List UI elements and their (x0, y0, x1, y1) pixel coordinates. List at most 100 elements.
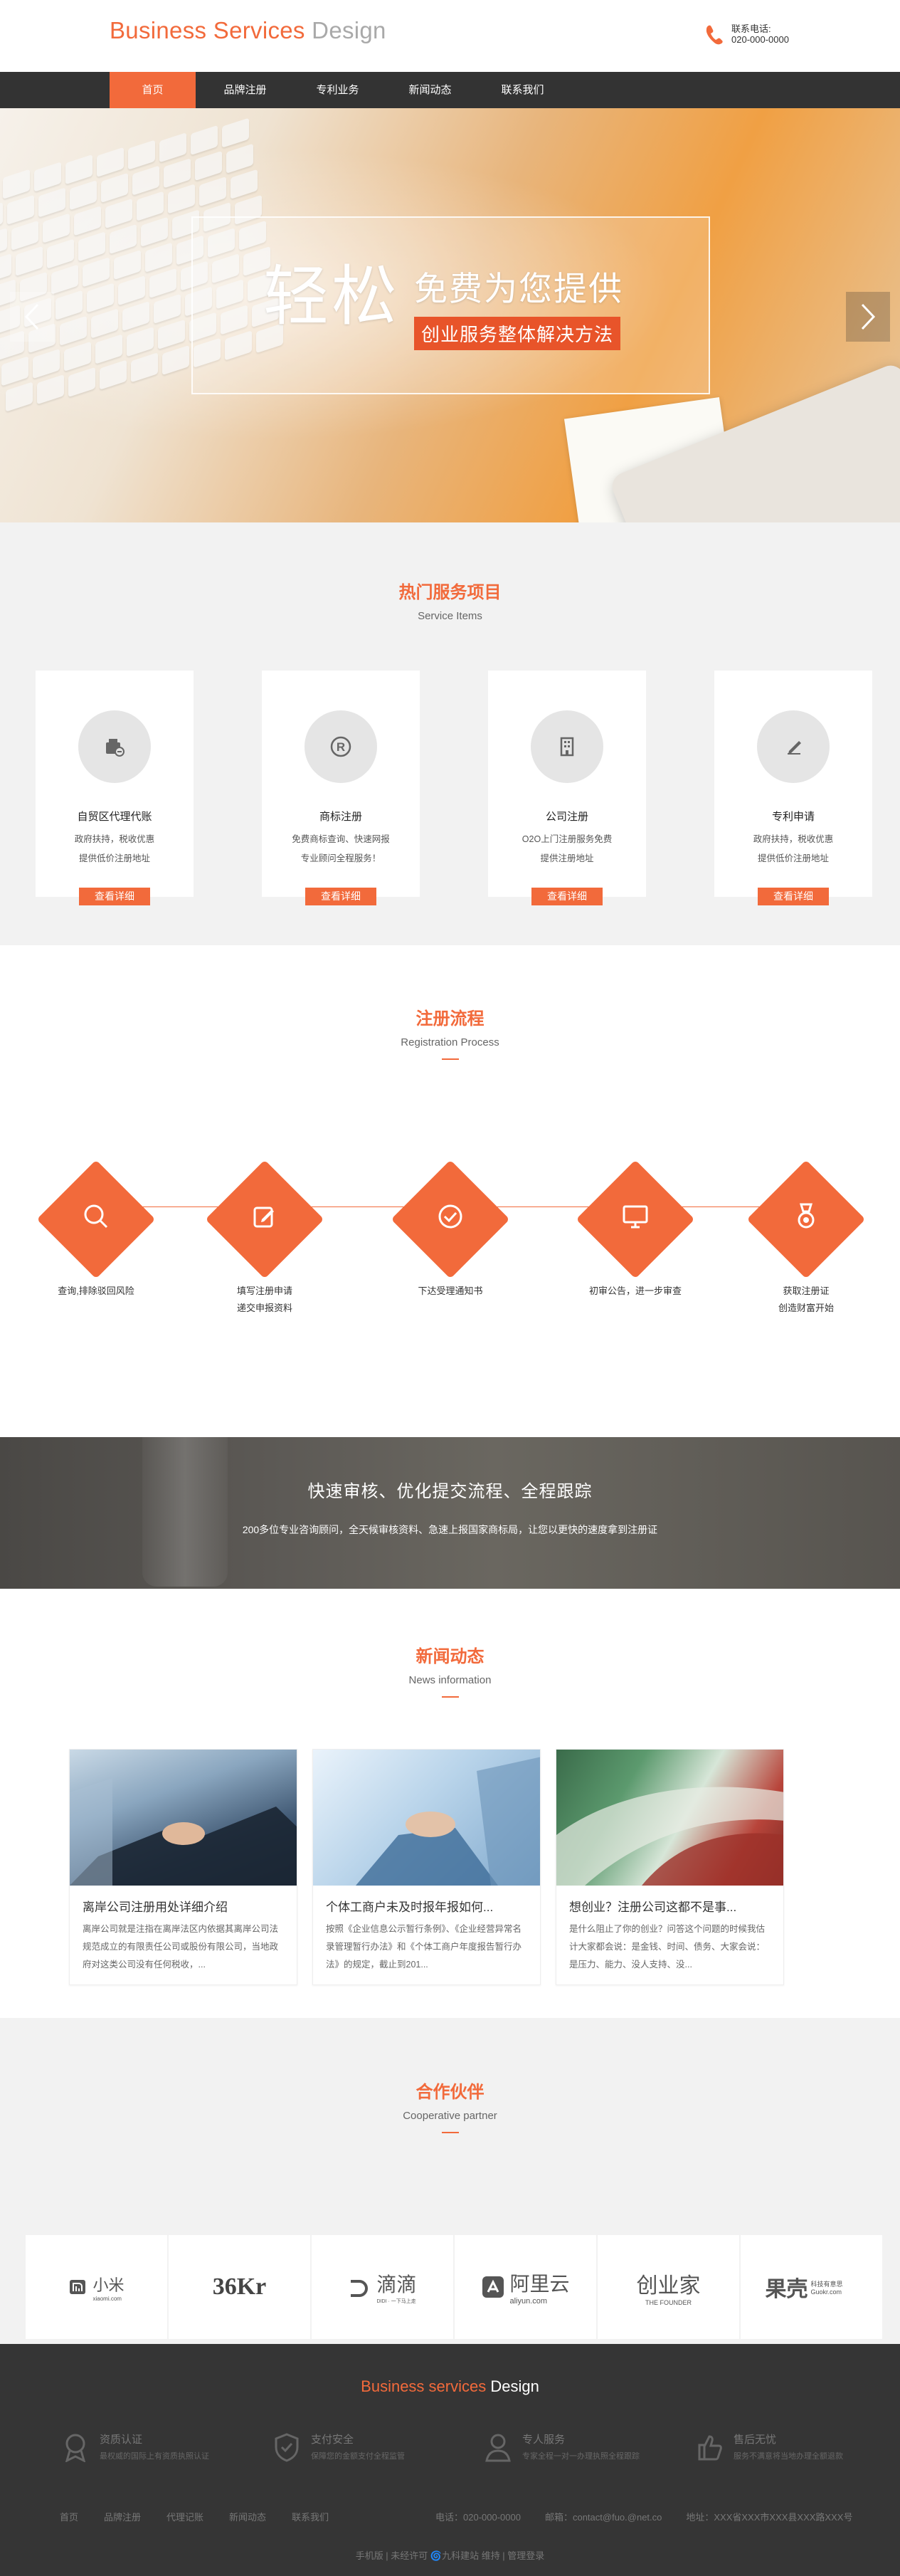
news-card[interactable]: 个体工商户未及时报年报如何... 按照《企业信息公示暂行条例》、《企业经营异常名… (312, 1749, 541, 1985)
footer-feature: 支付安全 保障您的金额支付全程监管 (271, 2432, 482, 2463)
partners-section: 合作伙伴 Cooperative partner 小米 xiaomi.com 36… (0, 2018, 900, 2344)
keyboard-key (149, 268, 176, 299)
partner-logo-36kr[interactable]: 36Kr (169, 2235, 310, 2339)
keyboard-key (195, 150, 222, 182)
view-details-button[interactable]: 查看详细 (305, 888, 376, 905)
cash-illustration (556, 1787, 783, 1886)
partner-logo-the-founder[interactable]: 创业家 THE FOUNDER (598, 2235, 739, 2339)
feature-title: 资质认证 (100, 2434, 143, 2446)
logo[interactable]: Business Services Design (110, 17, 386, 44)
footer-address: 地址：XXX省XXX市XXX县XXX路XXX号 (686, 2512, 853, 2523)
phone-number: 020-000-0000 (731, 34, 789, 45)
edit-icon (253, 1206, 274, 1228)
keyboard-key (137, 191, 164, 221)
partner-logo-aliyun[interactable]: 阿里云 aliyun.com (455, 2235, 596, 2339)
car-register-icon (106, 739, 125, 757)
process-title: 注册流程 (415, 1009, 485, 1029)
banner-prev-button[interactable] (10, 292, 54, 342)
shield-check-icon (275, 2433, 299, 2462)
keyboard-key (0, 253, 11, 284)
keyboard-key (226, 143, 253, 174)
page: Business Services Design 联系电话: 020-000-0… (0, 0, 900, 2576)
news-card[interactable]: 离岸公司注册用处详细介绍 离岸公司就是注指在离岸法区内依据其离岸公司法规范成立的… (69, 1749, 297, 1985)
nav-item-patent[interactable]: 专利业务 (295, 72, 381, 108)
partner-logo-didi[interactable]: 滴滴 DIDI · 一下马上走 (312, 2235, 453, 2339)
keyboard-key (1, 356, 28, 387)
footer-link-contact[interactable]: 联系我们 (292, 2510, 329, 2523)
process-step-icon-wrap (429, 1195, 472, 1238)
registered-trademark-icon: R (330, 736, 351, 757)
keyboard-key (60, 315, 87, 346)
footer-feature: 资质认证 最权威的国际上有资质执照认证 (60, 2432, 271, 2463)
nav-item-news[interactable]: 新闻动态 (387, 72, 473, 108)
partner-name: 阿里云 (509, 2273, 570, 2295)
footer-link-news[interactable]: 新闻动态 (229, 2510, 266, 2523)
nav-item-brand-register[interactable]: 品牌注册 (202, 72, 288, 108)
process-step-icon-wrap (243, 1195, 286, 1238)
footer-link-home[interactable]: 首页 (60, 2510, 78, 2523)
main-nav: 首页 品牌注册 专利业务 新闻动态 联系我们 (0, 72, 900, 108)
svg-text:R: R (337, 740, 345, 754)
keyboard-key (70, 180, 97, 211)
partner-logo-guokr[interactable]: 果壳 科技有意思 Guokr.com (741, 2235, 882, 2339)
keyboard-key (34, 162, 61, 192)
feature-title: 支付安全 (311, 2434, 354, 2446)
keyboard-key (3, 169, 30, 199)
process-step-label: 初审公告，进一步审查 (550, 1283, 721, 1300)
logo-part1: Business Services (110, 17, 305, 43)
process-step-label: 下达受理通知书 (365, 1283, 536, 1300)
footer-bottom-links[interactable]: 手机版 | 未经许可 🌀九科建站 维持 | 管理登录 (0, 2548, 900, 2562)
callout-banner: 快速审核、优化提交流程、全程跟踪 200多位专业咨询顾问，全天候审核资料、急速上… (0, 1437, 900, 1589)
service-desc: 提供低价注册地址 (757, 853, 829, 863)
keyboard-key (97, 147, 124, 178)
xiaomi-logo-icon (70, 2280, 86, 2294)
keyboard-key (128, 140, 155, 170)
banner-tagline: 创业服务整体解决方法 (414, 317, 621, 350)
view-details-button[interactable]: 查看详细 (531, 888, 603, 905)
keyboard-key (132, 165, 159, 196)
partner-logo-xiaomi[interactable]: 小米 xiaomi.com (26, 2235, 167, 2339)
didi-logo-icon (351, 2280, 369, 2297)
service-name: 自贸区代理代账 (77, 811, 152, 823)
keyboard-key (55, 290, 83, 320)
aliyun-logo-icon (482, 2276, 504, 2298)
keyboard-key (47, 238, 74, 269)
keyboard-key (118, 275, 145, 306)
handshake-illustration (356, 1757, 540, 1886)
building-icon (560, 737, 574, 757)
partner-sub: DIDI · 一下马上走 (376, 2299, 416, 2304)
banner-headline: 轻松 (263, 258, 401, 335)
news-image-handshake-blue (313, 1750, 540, 1886)
partner-sub: aliyun.com (509, 2297, 548, 2306)
keyboard-key (100, 359, 127, 390)
partners-title: 合作伙伴 (415, 2083, 485, 2102)
nav-item-contact[interactable]: 联系我们 (480, 72, 566, 108)
keyboard-key (43, 213, 70, 243)
service-desc: 政府扶持，税收优惠 (74, 834, 155, 844)
hero-banner: 轻松 免费为您提供 创业服务整体解决方法 (0, 108, 900, 522)
view-details-button[interactable]: 查看详细 (758, 888, 829, 905)
keyboard-key (37, 374, 64, 405)
news-title: 新闻动态 (415, 1647, 485, 1666)
service-card: 公司注册 O2O上门注册服务免费 提供注册地址 查看详细 (488, 671, 646, 905)
handshake-illustration (70, 1778, 297, 1886)
partner-name: 果壳 (765, 2278, 808, 2301)
banner-next-button[interactable] (846, 292, 890, 342)
footer-link-bookkeeping[interactable]: 代理记账 (166, 2510, 203, 2523)
nav-item-home[interactable]: 首页 (110, 72, 196, 108)
keyboard-key (6, 382, 33, 412)
keyboard-key (114, 249, 141, 280)
news-card[interactable]: 想创业？注册公司这都不是事... 是什么阻止了你的创业？问答这个问题的时候我估计… (556, 1749, 784, 1985)
view-details-button[interactable]: 查看详细 (79, 888, 150, 905)
thumbs-up-icon (698, 2435, 722, 2461)
keyboard-key (16, 246, 43, 277)
news-item-body: 按照《企业信息公示暂行条例》、《企业经营异常名录管理暂行办法》和《个体工商户年度… (326, 1924, 522, 1970)
step-line: 初审公告，进一步审查 (588, 1286, 682, 1296)
divider (441, 1058, 459, 1060)
feature-title: 售后无忧 (734, 2434, 777, 2446)
keyboard-key (141, 216, 168, 247)
glass-illustration (142, 1437, 228, 1587)
keyboard-key (127, 327, 154, 357)
footer-link-brand-register[interactable]: 品牌注册 (104, 2510, 141, 2523)
keyboard-key (91, 308, 118, 339)
